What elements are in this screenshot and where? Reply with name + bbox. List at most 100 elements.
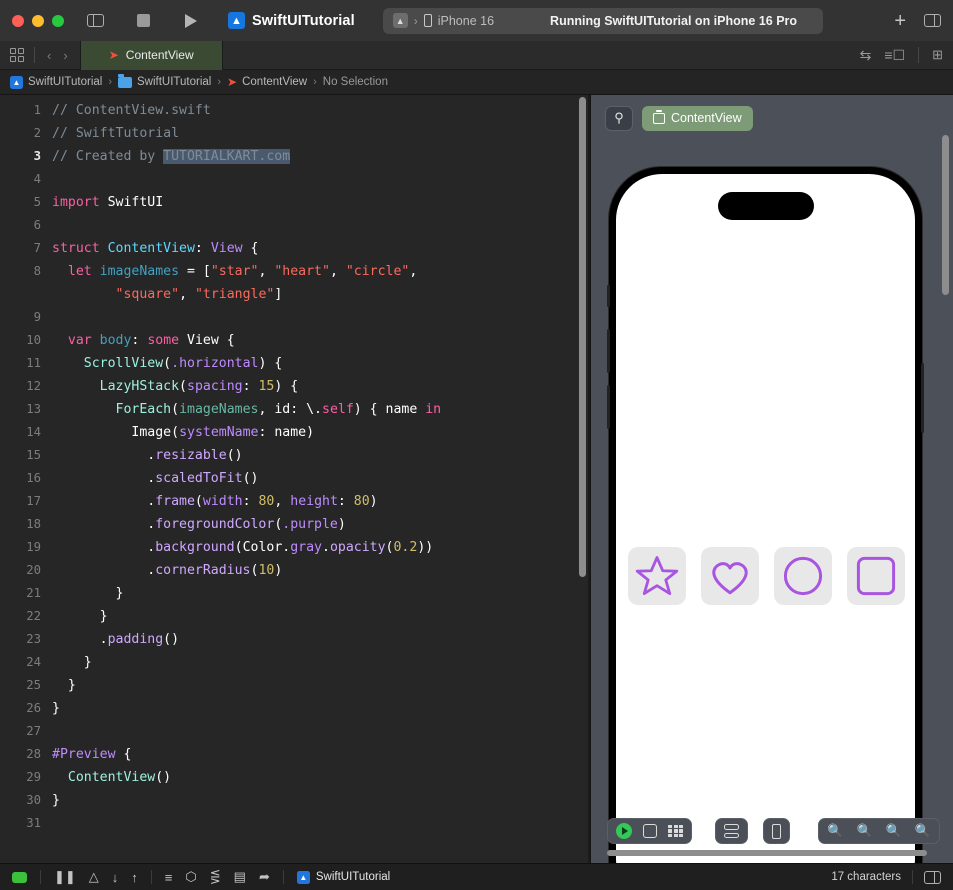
code-line[interactable]: 20 .cornerRadius(10) [0, 559, 590, 582]
device-frame[interactable] [607, 167, 924, 890]
zoom-out-button[interactable]: 🔍 [827, 823, 843, 839]
stop-icon [136, 14, 150, 27]
code-line[interactable]: 31 [0, 812, 590, 835]
console-toggle-button[interactable] [924, 870, 941, 884]
scheme-display[interactable]: ▲ SwiftUITutorial [228, 12, 355, 29]
upload-icon[interactable]: ↑ [131, 870, 138, 885]
layers-icon[interactable]: ≡ [165, 870, 173, 885]
device-frame-control[interactable] [763, 818, 790, 844]
branch-icon[interactable]: ⋚ [210, 869, 221, 885]
breadcrumb-item-selection[interactable]: No Selection [323, 76, 388, 88]
selection-mode-button[interactable] [643, 824, 657, 838]
code-line[interactable]: 16 .scaledToFit() [0, 467, 590, 490]
code-line[interactable]: 24 } [0, 651, 590, 674]
stop-button[interactable] [130, 8, 156, 34]
zoom-button[interactable] [52, 14, 64, 27]
code-line[interactable]: 30} [0, 789, 590, 812]
line-number: 20 [26, 563, 41, 577]
code-line[interactable]: 15 .resizable() [0, 444, 590, 467]
code-line[interactable]: 3 // Created by TUTORIALKART.com [0, 145, 590, 168]
minimize-button[interactable] [32, 14, 44, 27]
code-line[interactable]: 10 var body: some View { [0, 329, 590, 352]
code-line[interactable]: 18 .foregroundColor(.purple) [0, 513, 590, 536]
code-line[interactable]: 8 let imageNames = ["star", "heart", "ci… [0, 260, 590, 283]
code-line-text: } [52, 651, 92, 674]
code-token: ) [274, 563, 283, 578]
play-preview-button[interactable] [616, 823, 632, 839]
code-token: import [52, 195, 108, 210]
tab-contentview[interactable]: ➤ ContentView [79, 40, 223, 70]
shape-tile-square[interactable] [847, 547, 905, 605]
download-icon[interactable]: ↓ [112, 870, 119, 885]
code-text[interactable]: 1 // ContentView.swift 2 // SwiftTutorial 3 /… [0, 95, 590, 835]
home-icon[interactable]: △ [89, 869, 99, 885]
code-line[interactable]: 12 LazyHStack(spacing: 15) { [0, 375, 590, 398]
code-line[interactable]: 5 import SwiftUI [0, 191, 590, 214]
breadcrumb-item-file[interactable]: ➤ ContentView [227, 76, 307, 88]
code-line[interactable]: 7 struct ContentView: View { [0, 237, 590, 260]
shape-scroll-row[interactable] [628, 547, 915, 605]
code-token: : [242, 379, 259, 394]
code-line[interactable]: 17 .frame(width: 80, height: 80) [0, 490, 590, 513]
code-token: resizable [155, 448, 227, 463]
zoom-fit-button[interactable]: 🔍 [856, 823, 872, 839]
code-line[interactable]: 21 } [0, 582, 590, 605]
code-token: . [52, 632, 108, 647]
shape-tile-circle[interactable] [774, 547, 832, 605]
code-line[interactable]: 26} [0, 697, 590, 720]
code-line[interactable]: 2 // SwiftTutorial [0, 122, 590, 145]
editor-vertical-scrollbar[interactable] [579, 97, 586, 577]
zoom-in-button[interactable]: 🔍 [915, 823, 931, 839]
package-icon[interactable]: ⬡ [185, 869, 196, 885]
code-line[interactable]: 6 [0, 214, 590, 237]
sidebar-toggle-button[interactable] [82, 8, 108, 34]
code-line[interactable]: 14 Image(systemName: name) [0, 421, 590, 444]
swap-editors-icon[interactable]: ⇆ [860, 47, 872, 64]
code-token: Image [131, 425, 172, 440]
code-line[interactable]: 22 } [0, 605, 590, 628]
device-screen[interactable] [616, 174, 915, 890]
back-button[interactable]: ‹ [47, 48, 51, 63]
code-line[interactable]: "square", "triangle"] [0, 283, 590, 306]
variants-button[interactable] [668, 824, 683, 838]
code-line[interactable]: 9 [0, 306, 590, 329]
code-token: ( [171, 402, 180, 417]
code-token: opacity [329, 540, 386, 555]
code-line-text: .foregroundColor(.purple) [52, 513, 346, 536]
shape-tile-star[interactable] [628, 547, 686, 605]
breadcrumb-item-folder[interactable]: SwiftUITutorial [118, 74, 211, 88]
code-line[interactable]: 1 // ContentView.swift [0, 99, 590, 122]
code-line[interactable]: 27 [0, 720, 590, 743]
code-line[interactable]: 4 [0, 168, 590, 191]
preview-horizontal-scrollbar[interactable] [607, 850, 927, 856]
close-button[interactable] [12, 14, 24, 27]
preview-vertical-scrollbar[interactable] [942, 135, 949, 295]
add-assistant-editor-icon[interactable]: ⊞ [932, 47, 943, 63]
device-settings-control[interactable] [715, 818, 748, 844]
minimap-toggle-icon[interactable]: ≡☐ [884, 47, 905, 64]
add-editor-button[interactable]: + [894, 11, 906, 31]
code-line[interactable]: 28 #Preview { [0, 743, 590, 766]
database-icon[interactable]: ▤ [234, 869, 246, 885]
pin-preview-button[interactable]: ⚲ [605, 105, 633, 131]
forward-button[interactable]: › [63, 48, 67, 63]
run-button[interactable] [178, 8, 204, 34]
code-line[interactable]: 25 } [0, 674, 590, 697]
inspector-toggle-button[interactable] [924, 14, 941, 27]
code-line[interactable]: 19 .background(Color.gray.opacity(0.2)) [0, 536, 590, 559]
code-token: () [155, 770, 172, 785]
code-line[interactable]: 11 ScrollView(.horizontal) { [0, 352, 590, 375]
code-line[interactable]: 23 .padding() [0, 628, 590, 651]
preview-name-chip[interactable]: ContentView [642, 105, 753, 131]
location-icon[interactable]: ➦ [259, 869, 270, 885]
pause-icon[interactable]: ❚❚ [54, 869, 76, 885]
code-token: struct [52, 241, 108, 256]
breadcrumb-item-project[interactable]: ▲ SwiftUITutorial [10, 75, 102, 89]
run-destination-bar[interactable]: ▲ › iPhone 16 Running SwiftUITutorial on… [382, 7, 823, 34]
code-line[interactable]: 13 ForEach(imageNames, id: \.self) { nam… [0, 398, 590, 421]
shape-tile-heart[interactable] [701, 547, 759, 605]
code-line[interactable]: 29 ContentView() [0, 766, 590, 789]
source-editor[interactable]: 1 // ContentView.swift 2 // SwiftTutorial 3 /… [0, 95, 590, 863]
zoom-actual-size-button[interactable]: 🔍 [886, 823, 902, 839]
grid-view-icon[interactable] [10, 48, 24, 62]
